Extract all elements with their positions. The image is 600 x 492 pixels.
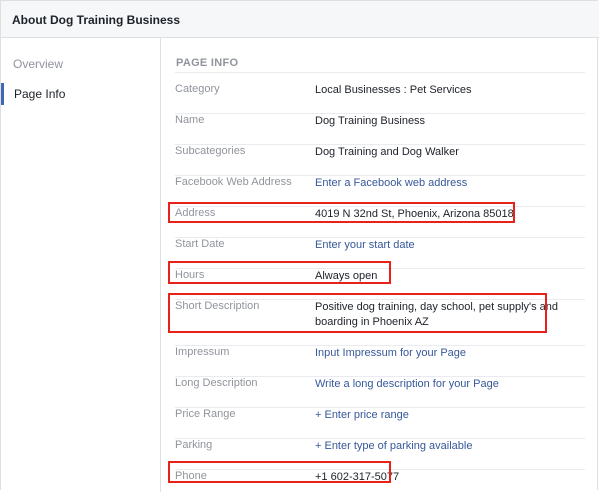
price-range-link[interactable]: + Enter price range: [315, 408, 575, 423]
info-row-category: Category Local Businesses : Pet Services: [175, 83, 585, 114]
info-row-web-address: Facebook Web Address Enter a Facebook we…: [175, 176, 585, 207]
row-label: Start Date: [175, 238, 225, 250]
info-row-price-range: Price Range + Enter price range: [175, 408, 585, 439]
about-panel: About Dog Training Business Overview Pag…: [0, 0, 599, 492]
sidebar-item-page-info[interactable]: Page Info: [1, 83, 160, 105]
sidebar-item-overview[interactable]: Overview: [1, 53, 160, 75]
section-title: PAGE INFO: [176, 57, 239, 69]
row-label: Long Description: [175, 377, 258, 389]
category-value: Local Businesses : Pet Services: [315, 84, 472, 96]
section-divider: [175, 72, 585, 73]
page-info-section: PAGE INFO Category Local Businesses : Pe…: [161, 38, 599, 492]
info-row-name: Name Dog Training Business: [175, 114, 585, 145]
row-label: Name: [175, 114, 205, 126]
phone-value: +1 602-317-5077: [315, 471, 400, 483]
row-label: Impressum: [175, 346, 230, 358]
info-row-phone: Phone +1 602-317-5077: [175, 470, 585, 492]
row-label: Subcategories: [175, 145, 246, 157]
address-value: 4019 N 32nd St, Phoenix, Arizona 85018: [315, 208, 514, 220]
long-description-link[interactable]: Write a long description for your Page: [315, 377, 575, 392]
subcategories-value: Dog Training and Dog Walker: [315, 146, 459, 158]
row-label: Facebook Web Address: [175, 176, 292, 188]
row-label: Price Range: [175, 408, 236, 420]
row-label: Hours: [175, 269, 205, 281]
panel-header: About Dog Training Business: [1, 1, 599, 38]
about-sidebar: Overview Page Info: [1, 38, 161, 492]
parking-link[interactable]: + Enter type of parking available: [315, 439, 575, 454]
info-row-long-description: Long Description Write a long descriptio…: [175, 377, 585, 408]
short-description-value: Positive dog training, day school, pet s…: [315, 301, 559, 328]
row-label: Address: [175, 207, 216, 219]
web-address-link[interactable]: Enter a Facebook web address: [315, 176, 575, 191]
info-row-start-date: Start Date Enter your start date: [175, 238, 585, 269]
info-row-subcategories: Subcategories Dog Training and Dog Walke…: [175, 145, 585, 176]
panel-title: About Dog Training Business: [12, 13, 181, 27]
row-label: Parking: [175, 439, 213, 451]
info-row-short-description: Short Description Positive dog training,…: [175, 300, 585, 346]
impressum-link[interactable]: Input Impressum for your Page: [315, 346, 575, 361]
row-label: Phone: [175, 470, 207, 482]
info-row-hours: Hours Always open: [175, 269, 585, 300]
start-date-link[interactable]: Enter your start date: [315, 238, 575, 253]
hours-value: Always open: [315, 270, 378, 282]
name-value: Dog Training Business: [315, 115, 426, 127]
info-row-address: Address 4019 N 32nd St, Phoenix, Arizona…: [175, 207, 585, 238]
info-row-parking: Parking + Enter type of parking availabl…: [175, 439, 585, 470]
row-label: Category: [175, 83, 220, 95]
info-row-impressum: Impressum Input Impressum for your Page: [175, 346, 585, 377]
row-label: Short Description: [175, 300, 260, 312]
